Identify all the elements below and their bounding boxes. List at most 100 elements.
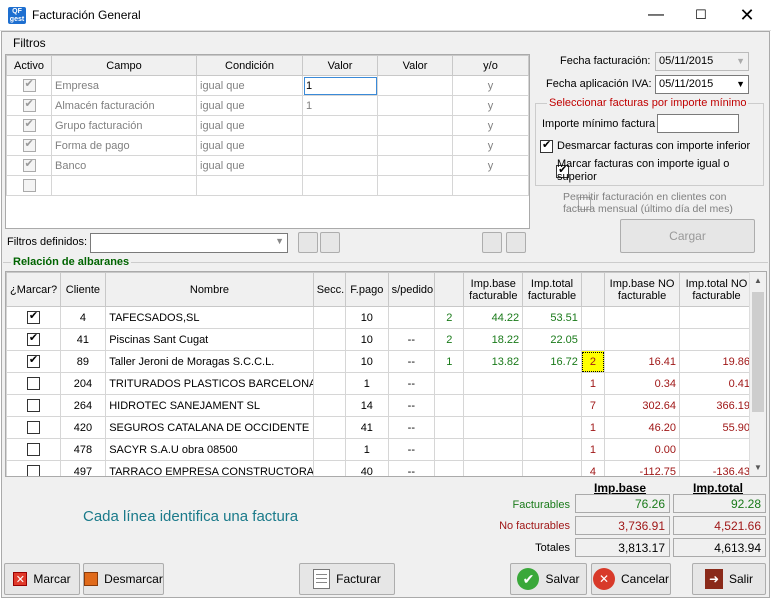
filtro-delete-button[interactable] bbox=[506, 232, 526, 253]
close-button[interactable]: ✕ bbox=[727, 0, 767, 30]
marcar-cell[interactable] bbox=[6, 394, 61, 417]
num-no-facturables-cell[interactable]: 2 bbox=[580, 350, 606, 373]
albaranes-legend: Relación de albaranes bbox=[11, 256, 132, 268]
marcar-cell[interactable] bbox=[6, 416, 61, 439]
albaranes-scrollbar[interactable]: ▲ ▼ bbox=[749, 272, 766, 476]
filtros-row[interactable]: Almacén facturaciónigual que1 y bbox=[6, 95, 529, 116]
filtros-yo-cell[interactable] bbox=[452, 175, 529, 196]
marcar-checkbox[interactable] bbox=[26, 377, 40, 390]
fecha-facturacion-field[interactable]: 05/11/2015 ▼ bbox=[655, 52, 749, 71]
activo-checkbox[interactable] bbox=[22, 97, 36, 112]
marcar-cell[interactable] bbox=[6, 328, 61, 351]
cancelar-button[interactable]: ✕ Cancelar bbox=[591, 563, 671, 595]
filtros-row[interactable]: Grupo facturaciónigual que y bbox=[6, 115, 529, 136]
filtros-activo-cell[interactable] bbox=[6, 155, 52, 176]
albaran-row[interactable]: 478 SACYR S.A.U obra 08500 1 -- 1 0.00 bbox=[6, 438, 754, 461]
albaran-row[interactable]: 264 HIDROTEC SANEJAMENT SL 14 -- 7 302.64 366.… bbox=[6, 394, 754, 417]
spedido-cell: -- bbox=[387, 416, 436, 439]
filtros-valor1-cell[interactable]: 1 bbox=[302, 75, 378, 96]
activo-checkbox[interactable] bbox=[22, 77, 36, 92]
marcar-button[interactable]: ✕ Marcar bbox=[4, 563, 80, 595]
filtros-row[interactable]: Forma de pagoigual que y bbox=[6, 135, 529, 156]
marcar-checkbox[interactable] bbox=[26, 309, 40, 324]
filtros-valor2-cell[interactable] bbox=[377, 155, 453, 176]
fecha-facturacion-label: Fecha facturación: bbox=[560, 55, 651, 67]
scroll-up-icon[interactable]: ▲ bbox=[750, 272, 766, 289]
filtros-valor1-cell[interactable] bbox=[302, 155, 378, 176]
albaran-row[interactable]: 89Taller Jeroni de Moragas S.C.C.L.10--1… bbox=[6, 350, 754, 373]
marcar-checkbox[interactable] bbox=[26, 331, 40, 346]
marcar-cell[interactable] bbox=[6, 460, 61, 476]
filtros-valor2-cell[interactable] bbox=[377, 75, 453, 96]
albaran-row[interactable]: 204 TRITURADOS PLASTICOS BARCELONA 1 -- 1 0.3… bbox=[6, 372, 754, 395]
activo-checkbox[interactable] bbox=[22, 157, 36, 172]
marcar-checkbox[interactable] bbox=[26, 421, 40, 434]
salvar-button[interactable]: ✔ Salvar bbox=[510, 563, 587, 595]
albaran-row[interactable]: 41Piscinas Sant Cugat 10--218.2222.05 bbox=[6, 328, 754, 351]
filtros-yo-cell[interactable]: y bbox=[452, 115, 529, 136]
marcar-cell[interactable] bbox=[6, 350, 61, 373]
filtros-definidos-select[interactable]: ▼ bbox=[90, 233, 288, 253]
filtros-valor2-cell[interactable] bbox=[377, 115, 453, 136]
filtro-load-button[interactable] bbox=[320, 232, 340, 253]
filtros-yo-cell[interactable]: y bbox=[452, 155, 529, 176]
desmarcar-inferior-checkbox[interactable] bbox=[540, 138, 553, 153]
albaran-row[interactable]: 497 TARRACO EMPRESA CONSTRUCTORA 40 -- 4 -112… bbox=[6, 460, 754, 476]
filtros-valor2-cell[interactable] bbox=[377, 175, 453, 196]
filtro-save-button[interactable] bbox=[298, 232, 318, 253]
filtros-activo-cell[interactable] bbox=[6, 75, 52, 96]
activo-checkbox[interactable] bbox=[22, 117, 36, 132]
marcar-cell[interactable] bbox=[6, 306, 61, 329]
spedido-cell: -- bbox=[387, 328, 436, 351]
filtros-valor1-cell[interactable]: 1 bbox=[302, 95, 378, 116]
filtros-condicion-cell[interactable]: igual que bbox=[196, 95, 303, 116]
filtro-add-button[interactable] bbox=[482, 232, 502, 253]
scroll-down-icon[interactable]: ▼ bbox=[750, 459, 766, 476]
filtros-condicion-cell[interactable]: igual que bbox=[196, 135, 303, 156]
activo-checkbox[interactable] bbox=[22, 137, 36, 152]
filtros-condicion-cell[interactable]: igual que bbox=[196, 75, 303, 96]
secc-cell bbox=[312, 306, 347, 329]
filtros-yo-cell[interactable]: y bbox=[452, 95, 529, 116]
fecha-iva-field[interactable]: 05/11/2015 ▼ bbox=[655, 75, 749, 94]
minimize-button[interactable]: — bbox=[636, 0, 676, 30]
albaran-row[interactable]: 420 SEGUROS CATALANA DE OCCIDENTE SA 41 -- 1… bbox=[6, 416, 754, 439]
filtros-row[interactable]: Empresaigual que1 y bbox=[6, 75, 529, 96]
marcar-checkbox[interactable] bbox=[26, 465, 40, 476]
filtros-valor2-cell[interactable] bbox=[377, 135, 453, 156]
cargar-button[interactable]: Cargar bbox=[620, 219, 755, 253]
filtros-valor1-cell[interactable] bbox=[302, 115, 378, 136]
importe-minimo-input[interactable] bbox=[657, 114, 739, 133]
filtros-activo-cell[interactable] bbox=[6, 115, 52, 136]
window-title: Facturación General bbox=[32, 8, 141, 22]
filtros-condicion-cell[interactable] bbox=[196, 175, 303, 196]
marcar-checkbox[interactable] bbox=[26, 399, 40, 412]
marcar-cell[interactable] bbox=[6, 438, 61, 461]
filtros-valor2-cell[interactable] bbox=[377, 95, 453, 116]
salir-button[interactable]: ➜ Salir bbox=[692, 563, 766, 595]
maximize-button[interactable]: ☐ bbox=[681, 0, 721, 30]
filtros-condicion-cell[interactable]: igual que bbox=[196, 155, 303, 176]
facturar-button-label: Facturar bbox=[336, 572, 381, 586]
filtros-activo-cell[interactable] bbox=[6, 95, 52, 116]
fpago-cell: 10 bbox=[345, 306, 389, 329]
filtros-yo-cell[interactable]: y bbox=[452, 135, 529, 156]
albaran-row[interactable]: 4TAFECSADOS,SL 10 244.2253.51 bbox=[6, 306, 754, 329]
marcar-checkbox[interactable] bbox=[26, 353, 40, 368]
desmarcar-button[interactable]: Desmarcar bbox=[83, 563, 164, 595]
marcar-checkbox[interactable] bbox=[26, 443, 40, 456]
total-facturable-cell: 22.05 bbox=[522, 328, 582, 351]
filtros-activo-cell[interactable] bbox=[6, 175, 52, 196]
filtros-row[interactable]: Bancoigual que y bbox=[6, 155, 529, 176]
filtros-activo-cell[interactable] bbox=[6, 135, 52, 156]
spedido-cell: -- bbox=[387, 438, 436, 461]
filtros-valor1-cell[interactable] bbox=[302, 175, 378, 196]
filtros-yo-cell[interactable]: y bbox=[452, 75, 529, 96]
scrollbar-thumb[interactable] bbox=[752, 292, 764, 412]
filtros-valor1-cell[interactable] bbox=[302, 135, 378, 156]
filtros-row[interactable] bbox=[6, 175, 529, 196]
filtros-condicion-cell[interactable]: igual que bbox=[196, 115, 303, 136]
marcar-cell[interactable] bbox=[6, 372, 61, 395]
activo-checkbox[interactable] bbox=[22, 179, 36, 192]
facturar-button[interactable]: Facturar bbox=[299, 563, 395, 595]
